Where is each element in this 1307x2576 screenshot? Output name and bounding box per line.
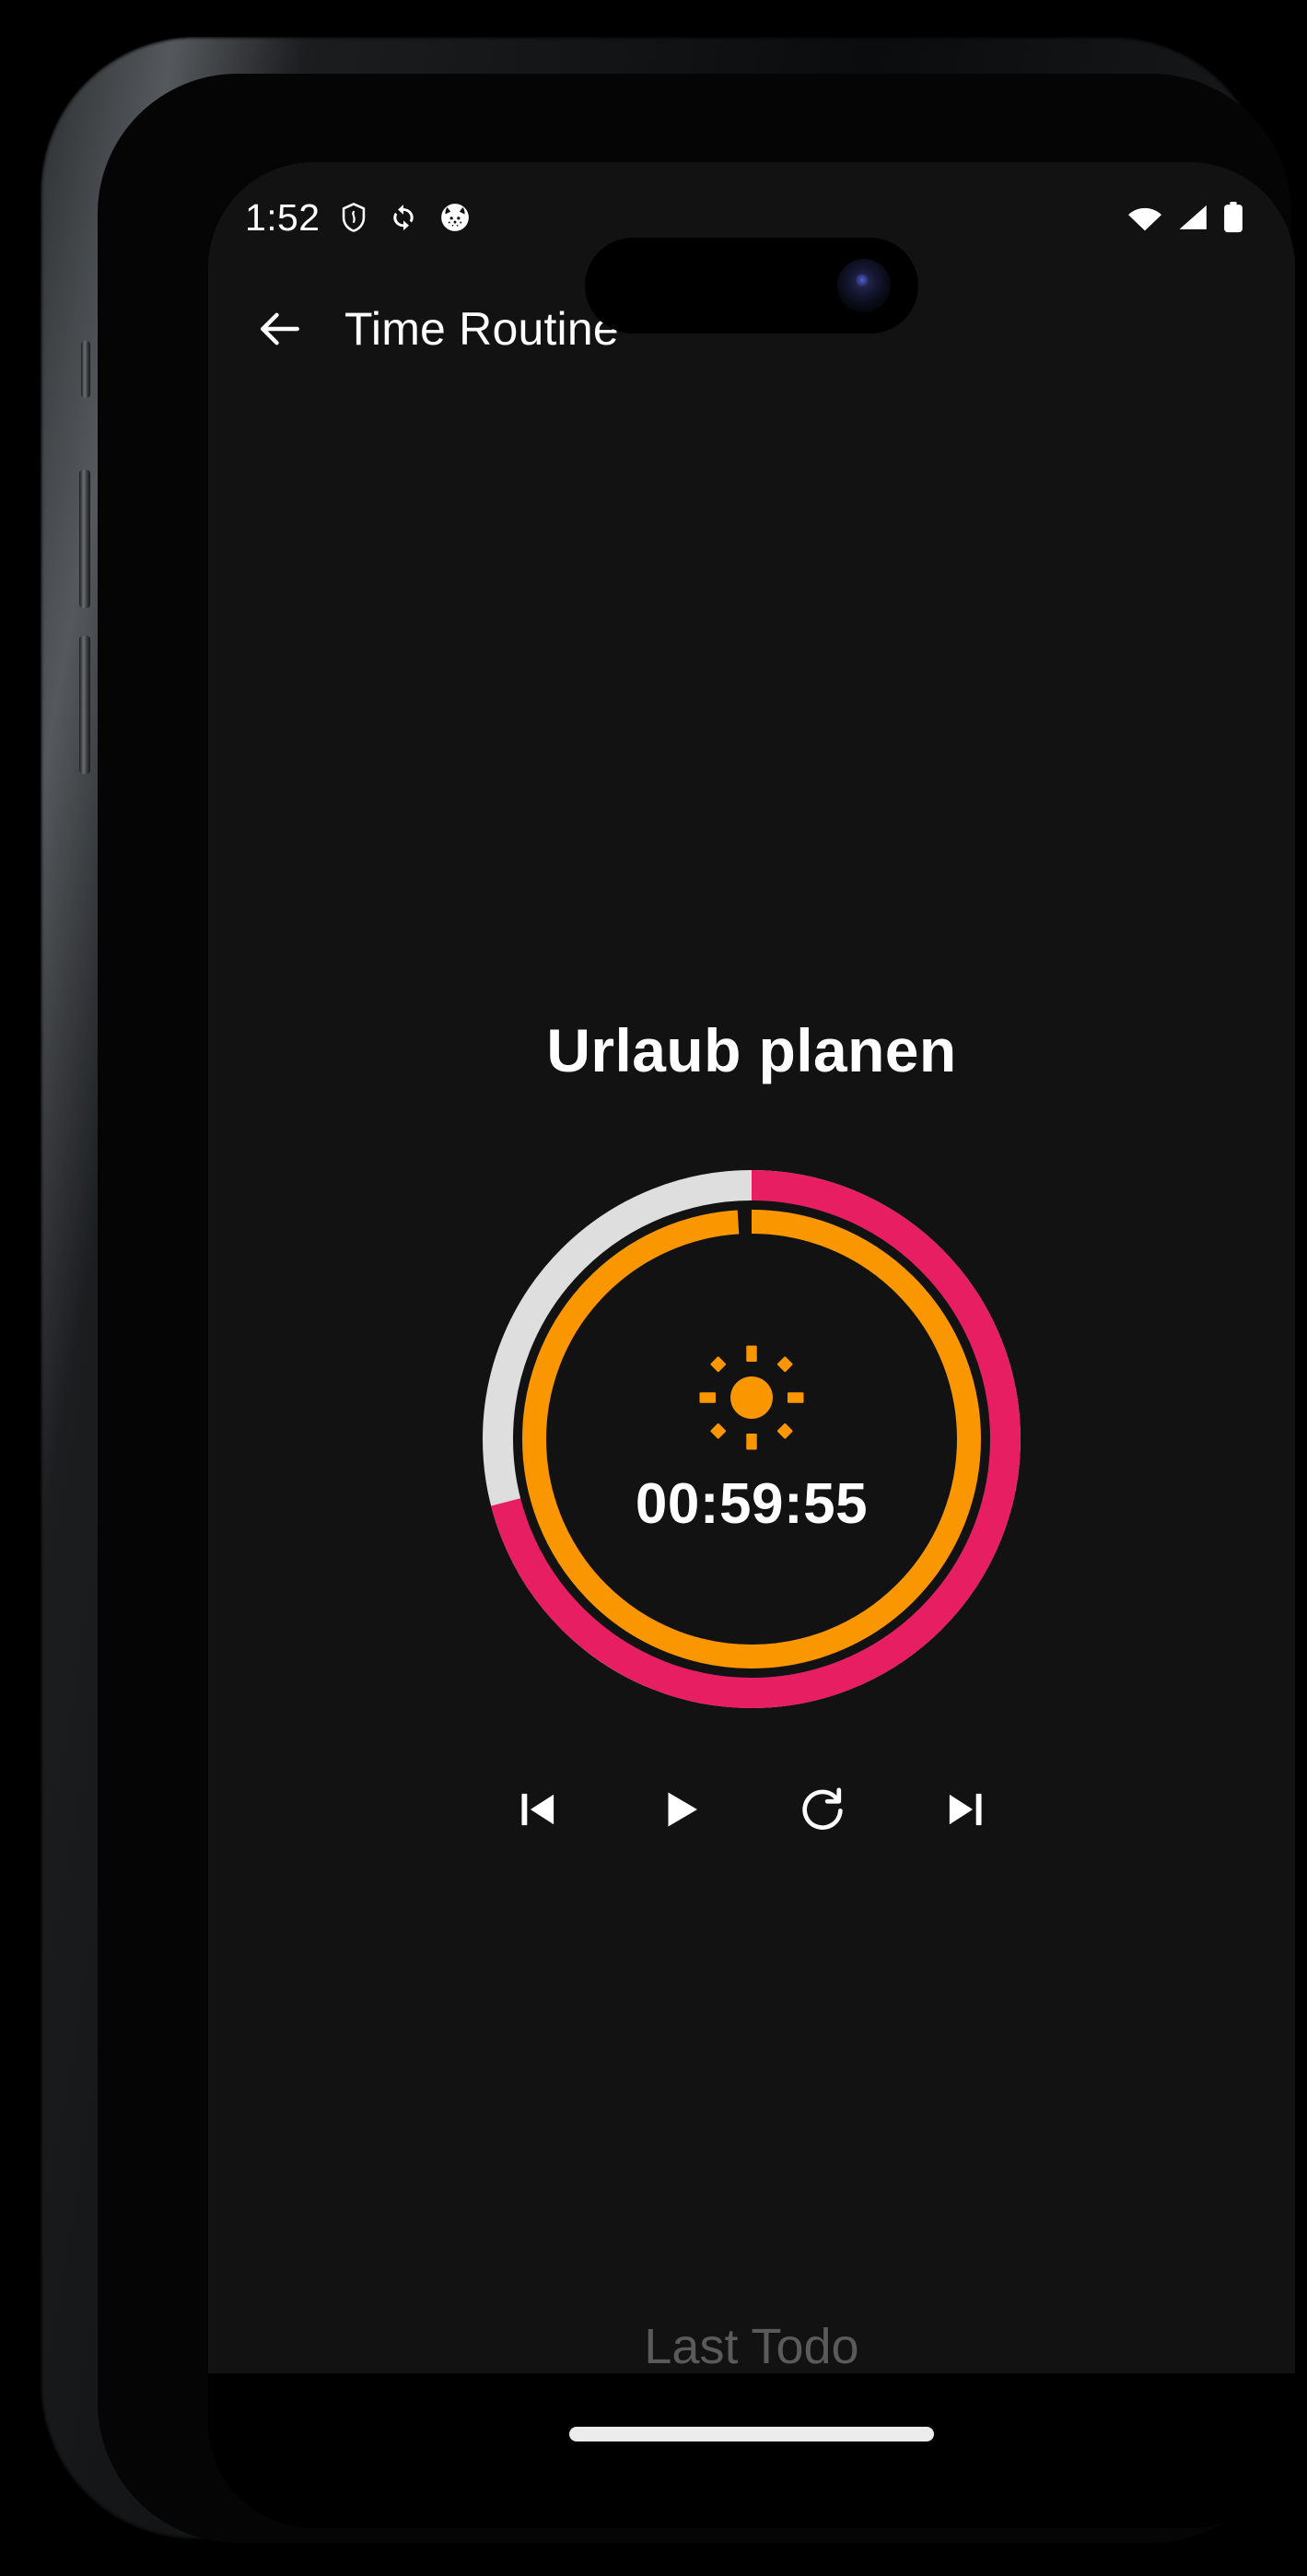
cellular-signal-icon — [1177, 204, 1208, 231]
inner-ring-progress — [522, 1210, 981, 1669]
phone-bezel: 1:52 Time Routine Urlaub planen 00:59:55… — [98, 74, 1295, 2543]
skip-next-button[interactable] — [921, 1765, 1009, 1854]
restart-button[interactable] — [778, 1765, 867, 1854]
skip-previous-button[interactable] — [494, 1765, 582, 1854]
status-clock: 1:52 — [245, 195, 321, 239]
status-bar-left: 1:52 — [245, 196, 471, 240]
progress-ring-graphic — [483, 1170, 1021, 1708]
status-bar: 1:52 — [208, 162, 1295, 273]
page-title: Time Routine — [344, 303, 619, 355]
phone-screen: 1:52 Time Routine Urlaub planen 00:59:55… — [208, 162, 1295, 2528]
battery-icon — [1223, 202, 1243, 233]
sync-icon — [388, 202, 419, 233]
ring-separator — [513, 1200, 990, 1678]
app-notification-icon — [439, 202, 471, 233]
volume-down-button[interactable] — [79, 636, 90, 774]
timer-ring[interactable]: 00:59:55 — [466, 1153, 1037, 1725]
silent-switch-button[interactable] — [81, 341, 90, 398]
last-todo-label[interactable]: Last Todo — [208, 2318, 1295, 2375]
phone-frame: 1:52 Time Routine Urlaub planen 00:59:55… — [41, 37, 1295, 2543]
status-bar-right — [1127, 202, 1243, 233]
volume-up-button[interactable] — [79, 470, 90, 608]
home-indicator[interactable] — [569, 2427, 934, 2441]
shield-icon — [340, 202, 368, 233]
home-indicator-area — [208, 2373, 1295, 2528]
wifi-icon — [1127, 204, 1162, 231]
app-surface: 1:52 Time Routine Urlaub planen 00:59:55… — [208, 162, 1295, 2375]
back-button[interactable] — [230, 279, 330, 379]
play-button[interactable] — [636, 1765, 725, 1854]
playback-controls — [494, 1765, 1009, 1854]
routine-title: Urlaub planen — [546, 1016, 957, 1084]
